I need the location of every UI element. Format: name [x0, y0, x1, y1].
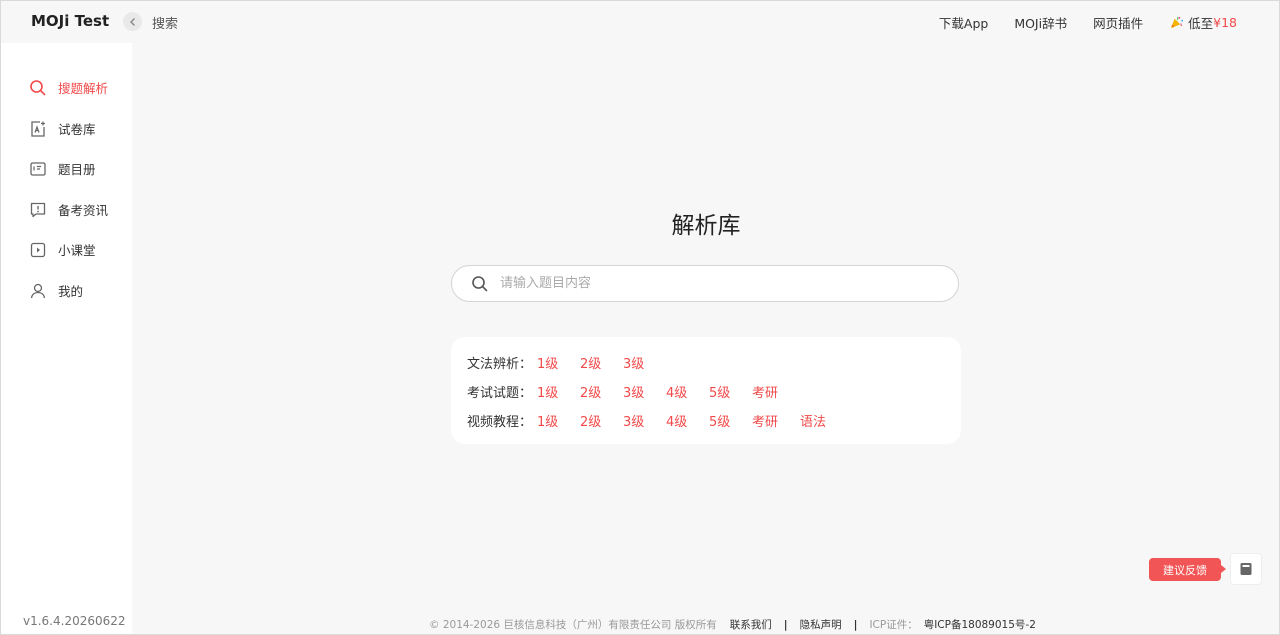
category-row-exam-questions: 考试试题： 1级 2级 3级 4级 5级 考研: [467, 382, 800, 401]
back-button[interactable]: [123, 12, 142, 31]
privacy-link[interactable]: 隐私声明: [800, 617, 842, 632]
promo-price: ¥18: [1213, 15, 1237, 30]
level-link[interactable]: 1级: [537, 411, 580, 430]
copyright-text: © 2014-2026 巨核信息科技（广州）有限责任公司 版权所有: [429, 619, 717, 631]
nav-promo[interactable]: 低至 ¥18: [1169, 13, 1237, 32]
footer: © 2014-2026 巨核信息科技（广州）有限责任公司 版权所有 联系我们 |…: [429, 617, 1036, 632]
level-link[interactable]: 4级: [666, 411, 709, 430]
sidebar-item-label: 题目册: [58, 162, 96, 177]
category-label: 文法辨析：: [467, 357, 533, 372]
level-link[interactable]: 3级: [623, 411, 666, 430]
category-row-video-tutorials: 视频教程： 1级 2级 3级 4级 5级 考研 语法: [467, 411, 843, 430]
footer-divider: |: [783, 618, 788, 631]
sidebar-item-classroom[interactable]: 小课堂: [29, 240, 96, 259]
top-nav: 下载App MOJi辞书 网页插件 低至 ¥18: [939, 13, 1237, 32]
version-label: v1.6.4.20260622: [23, 614, 126, 628]
level-link[interactable]: 2级: [580, 353, 623, 372]
category-label: 考试试题：: [467, 386, 533, 401]
sidebar: 搜题解析 试卷库 题目册 备考资讯 小课堂 我的 v1.6.4.20260622: [1, 43, 132, 634]
classroom-icon: [30, 242, 46, 257]
category-card: 文法辨析： 1级 2级 3级 考试试题： 1级 2级 3级 4级 5级 考研 视…: [451, 337, 961, 444]
feedback-icon-button[interactable]: [1230, 553, 1262, 585]
footer-divider: |: [853, 618, 858, 631]
contact-link[interactable]: 联系我们: [730, 617, 772, 632]
level-link[interactable]: 4级: [666, 382, 709, 401]
level-link[interactable]: 语法: [800, 411, 843, 430]
search-input[interactable]: [498, 275, 922, 292]
logo[interactable]: MOJi Test: [31, 12, 109, 30]
sidebar-item-label: 试卷库: [58, 122, 96, 137]
feedback-button[interactable]: 建议反馈: [1149, 558, 1226, 581]
sidebar-item-label: 小课堂: [58, 243, 96, 258]
category-row-grammar: 文法辨析： 1级 2级 3级: [467, 353, 666, 372]
sidebar-item-question-book[interactable]: 题目册: [29, 159, 96, 178]
user-icon: [30, 283, 46, 298]
search-bar[interactable]: [451, 265, 959, 302]
level-link[interactable]: 3级: [623, 382, 666, 401]
search-icon[interactable]: [471, 275, 489, 293]
level-link[interactable]: 考研: [752, 411, 800, 430]
top-header: MOJi Test 搜索 下载App MOJi辞书 网页插件 低至 ¥18: [1, 1, 1279, 43]
sidebar-item-label: 我的: [58, 284, 84, 299]
chevron-left-icon: [129, 17, 135, 26]
sidebar-item-exam-library[interactable]: 试卷库: [29, 119, 96, 138]
nav-moji-dictionary[interactable]: MOJi辞书: [1014, 13, 1067, 32]
breadcrumb: 搜索: [152, 17, 179, 32]
level-link[interactable]: 5级: [709, 411, 752, 430]
notebook-icon: [1240, 563, 1252, 575]
category-label: 视频教程：: [467, 415, 533, 430]
nav-download-app[interactable]: 下载App: [939, 13, 988, 32]
level-link[interactable]: 考研: [752, 382, 800, 401]
app-window: MOJi Test 搜索 下载App MOJi辞书 网页插件 低至 ¥18 搜题…: [0, 0, 1280, 635]
icp-label: ICP证件：: [869, 619, 918, 631]
level-link[interactable]: 2级: [580, 411, 623, 430]
sidebar-item-search-analysis[interactable]: 搜题解析: [29, 78, 108, 97]
level-link[interactable]: 3级: [623, 353, 666, 372]
level-link[interactable]: 1级: [537, 353, 580, 372]
question-book-icon: [30, 161, 46, 176]
level-link[interactable]: 1级: [537, 382, 580, 401]
sidebar-item-label: 搜题解析: [58, 81, 109, 96]
level-link[interactable]: 2级: [580, 382, 623, 401]
nav-web-plugin[interactable]: 网页插件: [1093, 13, 1143, 32]
exam-paper-icon: [31, 120, 45, 137]
party-popper-icon: [1171, 16, 1184, 29]
search-icon: [30, 79, 46, 95]
promo-prefix: 低至: [1188, 16, 1214, 31]
icp-link[interactable]: 粤ICP备18089015号-2: [924, 617, 1036, 632]
page-title: 解析库: [671, 213, 741, 239]
sidebar-item-mine[interactable]: 我的: [29, 281, 83, 300]
level-link[interactable]: 5级: [709, 382, 752, 401]
